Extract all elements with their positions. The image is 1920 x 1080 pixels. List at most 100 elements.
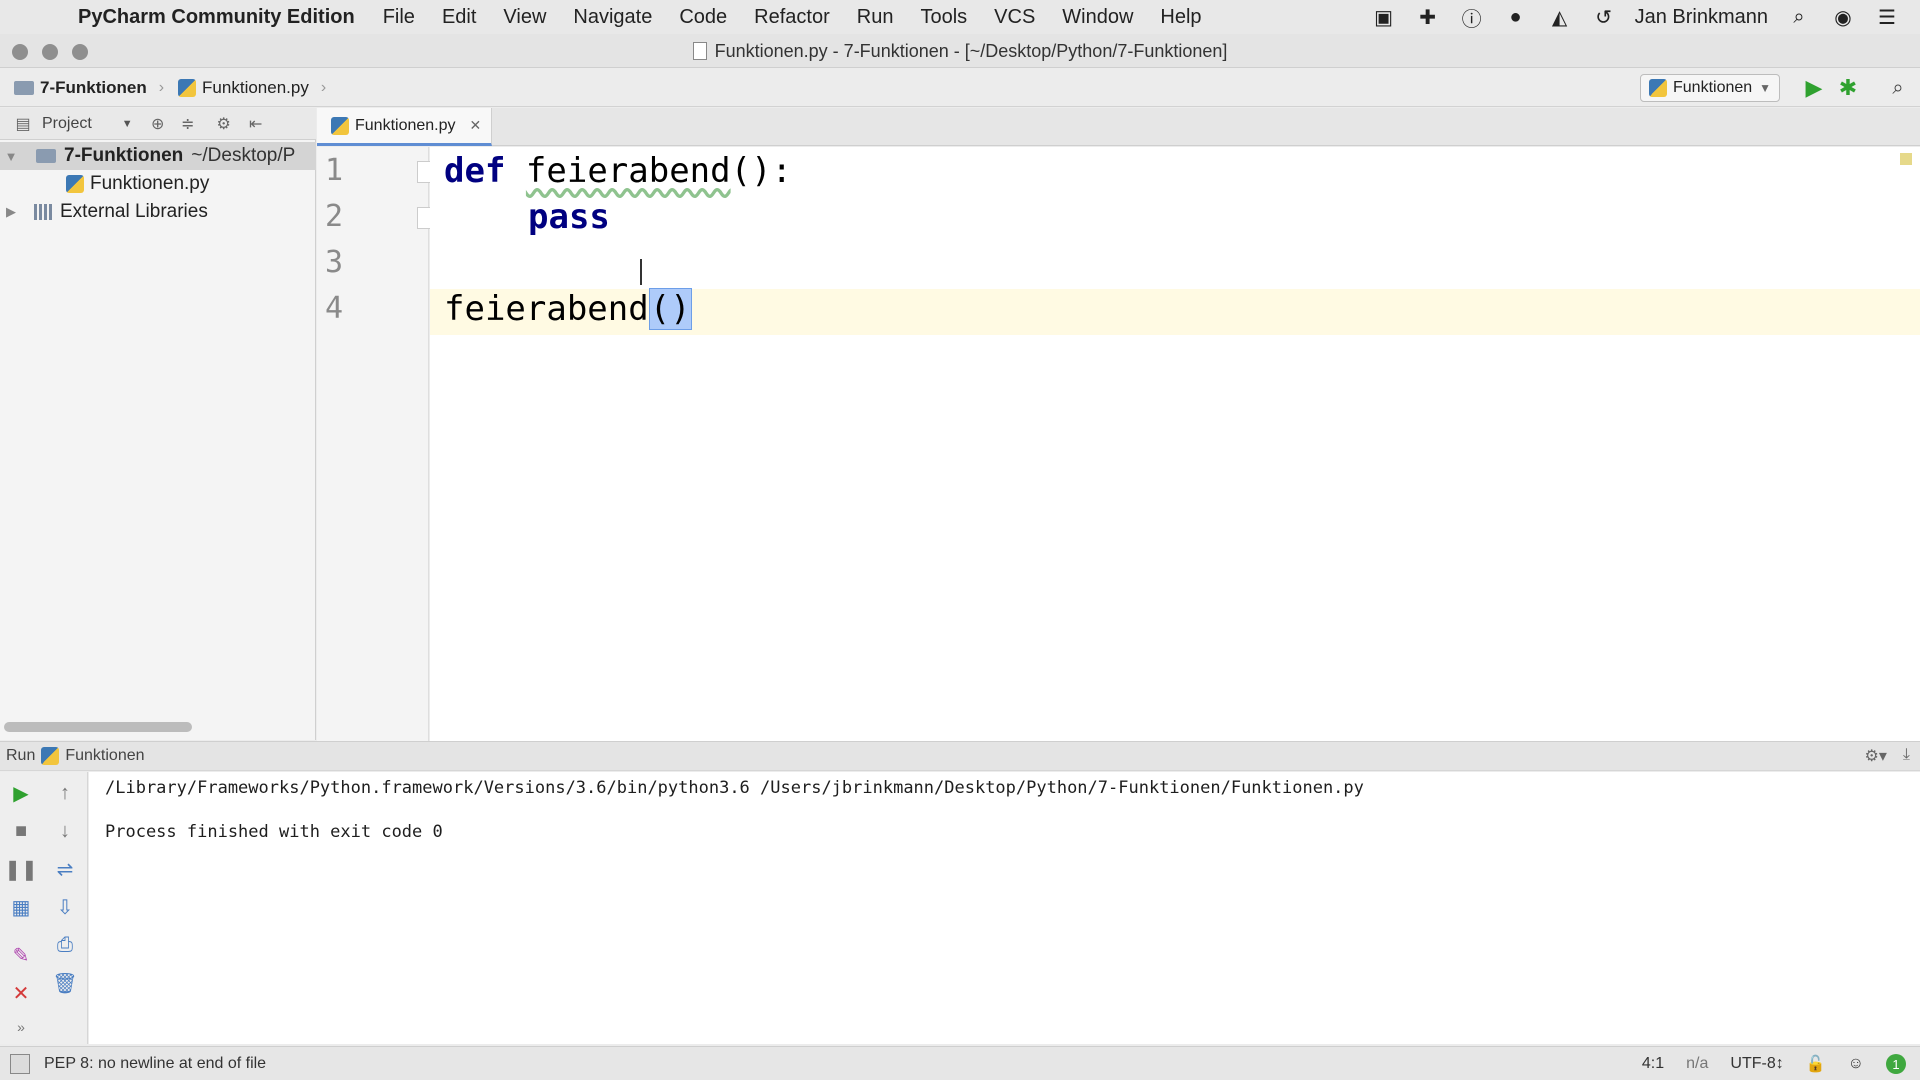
arrow-up-icon[interactable]: ↑: [50, 778, 80, 808]
code-line-1[interactable]: def feierabend():: [444, 151, 792, 191]
project-view-label[interactable]: Project: [42, 115, 92, 133]
python-file-icon: [1649, 79, 1667, 97]
chevron-down-icon[interactable]: ▼: [122, 118, 133, 130]
console-line: Process finished with exit code 0: [105, 822, 443, 842]
file-encoding[interactable]: UTF-8↕: [1730, 1055, 1783, 1073]
menu-file[interactable]: File: [383, 6, 415, 29]
breadcrumb-file[interactable]: Funktionen.py ›: [178, 78, 326, 98]
line-number: 2: [325, 199, 344, 234]
menu-run[interactable]: Run: [857, 6, 894, 29]
project-horizontal-scrollbar[interactable]: [4, 722, 192, 732]
run-panel-label: Run: [6, 747, 36, 764]
run-toolbar: ▶ ↑ ■ ↓ ❚❚ ⇌ ▦ ⇩ ⎙ ✎ 🗑 ✕ »: [0, 772, 88, 1044]
siri-icon[interactable]: ◉: [1830, 4, 1856, 30]
chevron-down-icon: ▼: [1759, 81, 1771, 95]
editor-tab-funktionen[interactable]: Funktionen.py ✕: [317, 108, 492, 146]
debug-bug-icon[interactable]: ✱: [1834, 74, 1862, 102]
run-configuration-select[interactable]: Funktionen ▼: [1640, 74, 1780, 102]
more-icon[interactable]: »: [6, 1012, 36, 1042]
chevron-right-icon: ›: [158, 78, 165, 96]
line-number: 3: [325, 245, 344, 280]
trash-icon[interactable]: 🗑: [50, 968, 80, 998]
menu-window[interactable]: Window: [1062, 6, 1133, 29]
gear-icon[interactable]: ⚙▾: [1865, 746, 1887, 766]
search-everywhere-icon[interactable]: ⌕: [1884, 74, 1912, 102]
rerun-icon[interactable]: ▶: [6, 778, 36, 808]
menu-tools[interactable]: Tools: [920, 6, 967, 29]
inspection-status-marker[interactable]: [1900, 153, 1912, 165]
clapperboard-icon[interactable]: ▣: [1371, 4, 1397, 30]
close-icon[interactable]: ✕: [6, 978, 36, 1008]
run-button[interactable]: ▶: [1800, 74, 1828, 102]
close-tab-icon[interactable]: ✕: [470, 117, 482, 134]
expand-triangle-icon[interactable]: ▼: [0, 149, 22, 164]
menu-edit[interactable]: Edit: [442, 6, 476, 29]
window-title: Funktionen.py - 7-Funktionen - [~/Deskto…: [714, 40, 1228, 61]
zoom-window-button[interactable]: [72, 44, 88, 60]
menu-navigate[interactable]: Navigate: [573, 6, 652, 29]
tree-item-external-libraries[interactable]: ▶ External Libraries: [0, 198, 316, 226]
menu-help[interactable]: Help: [1160, 6, 1201, 29]
time-machine-icon[interactable]: ↺: [1591, 4, 1617, 30]
toggle-tool-windows-icon[interactable]: [10, 1053, 30, 1074]
inspector-icon[interactable]: ☺: [1848, 1055, 1864, 1073]
python-file-icon: [178, 78, 197, 97]
code-line-2[interactable]: pass: [528, 197, 610, 237]
spotlight-search-icon[interactable]: ⌕: [1786, 4, 1812, 30]
project-tree: ▼ 7-Funktionen ~/Desktop/P Funktionen.py…: [0, 140, 316, 740]
close-window-button[interactable]: [12, 44, 28, 60]
chevron-right-icon: ›: [320, 78, 327, 96]
lock-icon[interactable]: 🔓: [1806, 1054, 1826, 1074]
macos-menubar: PyCharm Community Edition File Edit View…: [0, 0, 1920, 34]
line-separator-status[interactable]: n/a: [1686, 1055, 1708, 1073]
project-panel-header: ▤ Project ▼ ⊕ ≑ ⚙ ⇤: [0, 108, 316, 140]
pin-icon[interactable]: ✎: [6, 940, 36, 970]
menu-vcs[interactable]: VCS: [994, 6, 1035, 29]
code-editor[interactable]: def feierabend(): pass feierabend(): [430, 147, 1920, 741]
collapse-triangle-icon[interactable]: ▶: [0, 204, 22, 220]
minimize-window-button[interactable]: [42, 44, 58, 60]
library-icon: [34, 204, 54, 220]
info-circle-icon[interactable]: ⓘ: [1459, 4, 1485, 31]
run-console-output[interactable]: /Library/Frameworks/Python.framework/Ver…: [89, 772, 1920, 1044]
menu-view[interactable]: View: [503, 6, 546, 29]
editor-tab-bar: Funktionen.py ✕: [317, 108, 1920, 146]
folder-icon: [14, 80, 34, 95]
locate-target-icon[interactable]: ⊕: [147, 113, 169, 135]
menu-code[interactable]: Code: [679, 6, 727, 29]
scroll-to-end-icon[interactable]: ⇩: [50, 892, 80, 922]
python-file-icon: [331, 116, 349, 135]
tree-item-project-root[interactable]: ▼ 7-Funktionen ~/Desktop/P: [0, 142, 316, 170]
app-name-menu[interactable]: PyCharm Community Edition: [78, 6, 355, 29]
code-line-4[interactable]: feierabend(): [444, 288, 692, 330]
caret-position[interactable]: 4:1: [1642, 1055, 1664, 1073]
hide-panel-icon[interactable]: ⤓: [1903, 746, 1910, 766]
gear-icon[interactable]: ⚙: [213, 113, 235, 135]
stop-icon[interactable]: ■: [6, 816, 36, 846]
document-icon: [692, 42, 707, 60]
tree-item-file[interactable]: Funktionen.py: [0, 170, 316, 198]
soft-wrap-icon[interactable]: ⇌: [50, 854, 80, 884]
status-bar: PEP 8: no newline at end of file 4:1 n/a…: [0, 1046, 1920, 1080]
user-name[interactable]: Jan Brinkmann: [1635, 6, 1768, 29]
line-number: 4: [325, 291, 344, 326]
pause-icon[interactable]: ❚❚: [4, 854, 38, 884]
collapse-all-icon[interactable]: ≑: [177, 113, 199, 135]
python-file-icon: [66, 175, 84, 193]
event-log-badge[interactable]: 1: [1886, 1054, 1906, 1074]
notification-center-icon[interactable]: ☰: [1874, 4, 1900, 30]
print-icon[interactable]: ⎙: [50, 930, 80, 960]
breadcrumb-project[interactable]: 7-Funktionen ›: [14, 78, 164, 98]
editor-gutter: 1 2 3 4: [317, 147, 439, 741]
python-file-icon: [41, 747, 60, 765]
restore-layout-icon[interactable]: ▦: [6, 892, 36, 922]
plus-cross-icon[interactable]: ✚: [1415, 4, 1441, 30]
hide-panel-icon[interactable]: ⇤: [245, 113, 267, 135]
status-message[interactable]: PEP 8: no newline at end of file: [44, 1055, 266, 1073]
run-panel-config[interactable]: Funktionen: [65, 747, 144, 765]
menu-refactor[interactable]: Refactor: [754, 6, 830, 29]
arrow-down-icon[interactable]: ↓: [50, 816, 80, 846]
leaf-icon[interactable]: ●: [1503, 4, 1529, 30]
run-panel-header: Run Funktionen ⚙▾ ⤓: [0, 741, 1920, 771]
bell-icon[interactable]: ◭: [1547, 4, 1573, 30]
